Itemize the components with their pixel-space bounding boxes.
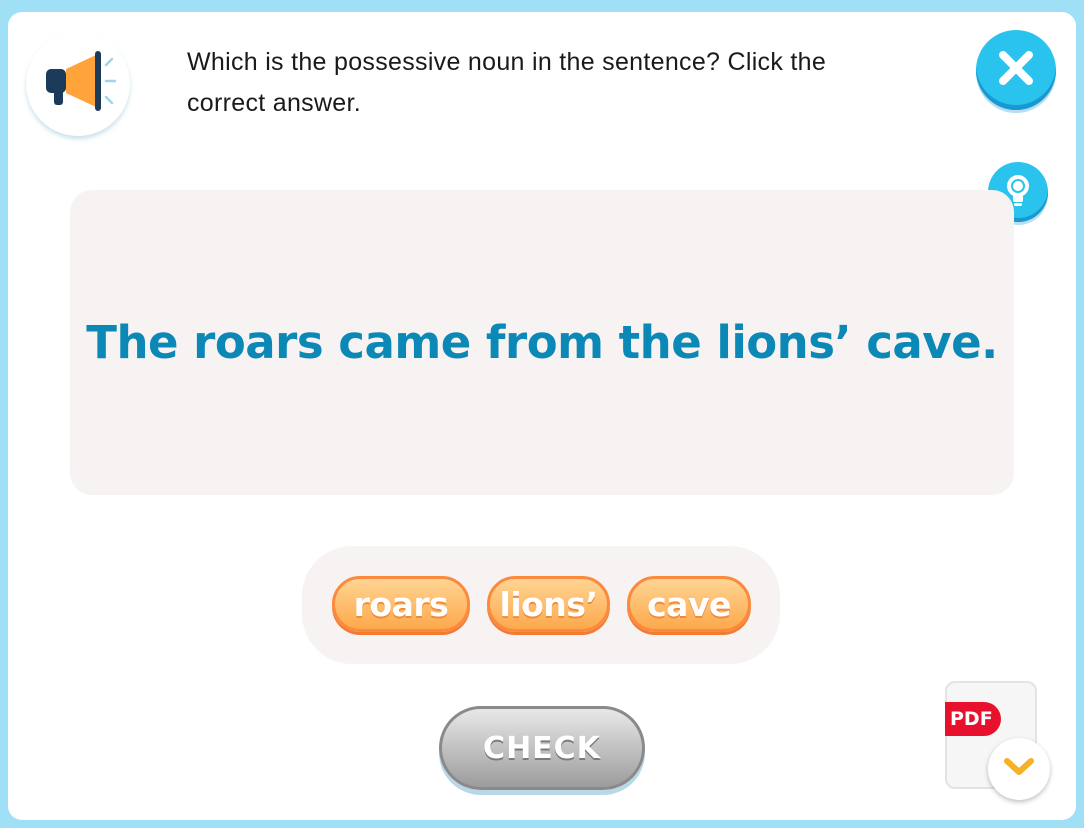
- question-prompt: Which is the possessive noun in the sent…: [187, 48, 827, 117]
- pdf-download-button[interactable]: [988, 738, 1050, 800]
- option-lions[interactable]: lions’: [487, 576, 610, 632]
- sentence-card: The roars came from the lions’ cave.: [70, 190, 1014, 495]
- megaphone-icon: [40, 47, 117, 121]
- option-roars[interactable]: roars: [332, 576, 470, 632]
- chevron-down-icon: [1002, 756, 1036, 782]
- audio-button[interactable]: [26, 32, 130, 136]
- pdf-label: PDF: [945, 702, 1001, 736]
- option-cave[interactable]: cave: [627, 576, 751, 632]
- close-button[interactable]: [976, 30, 1056, 110]
- sentence-text: The roars came from the lions’ cave.: [86, 316, 998, 369]
- close-icon: [994, 46, 1038, 94]
- check-button[interactable]: CHECK: [439, 706, 645, 790]
